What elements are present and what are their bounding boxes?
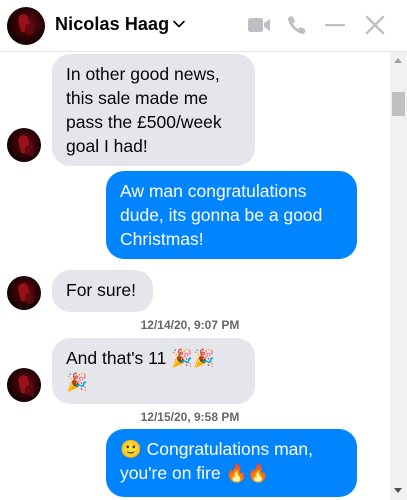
message-line: 🎉 [66, 372, 88, 392]
message-line: Aw man congratulations [120, 181, 307, 201]
sender-avatar[interactable] [7, 368, 41, 402]
contact-avatar[interactable] [7, 7, 45, 45]
message-line: For sure! [66, 280, 137, 300]
message-bubble-received[interactable]: For sure! [52, 270, 153, 312]
message-line: goal I had! [66, 136, 148, 156]
message-timestamp: 12/14/20, 9:07 PM [140, 318, 240, 332]
phone-call-icon[interactable] [286, 14, 308, 36]
sender-avatar[interactable] [7, 128, 41, 162]
message-line: 🙂 Congratulations man, [120, 439, 313, 459]
scrollbar[interactable] [390, 52, 407, 500]
minimize-icon[interactable] [324, 15, 346, 35]
message-line: dude, its gonna be a good [120, 205, 323, 225]
message-line: Christmas! [120, 229, 204, 249]
message-timestamp: 12/15/20, 9:58 PM [140, 410, 240, 424]
scrollbar-thumb[interactable] [392, 92, 405, 116]
scroll-down-arrow-icon[interactable] [394, 488, 402, 493]
video-call-icon[interactable] [247, 15, 271, 35]
message-line: In other good news, [66, 64, 220, 84]
chat-header: Nicolas Haag [0, 0, 407, 52]
message-bubble-received[interactable]: In other good news, this sale made me pa… [52, 54, 255, 166]
contact-name[interactable]: Nicolas Haag [55, 14, 169, 35]
message-line: And that's 11 🎉🎉 [66, 348, 215, 368]
message-bubble-received[interactable]: And that's 11 🎉🎉 🎉 [52, 338, 255, 404]
message-line: this sale made me [66, 88, 209, 108]
sender-avatar[interactable] [7, 276, 41, 310]
message-line: pass the £500/week [66, 112, 222, 132]
close-icon[interactable] [364, 14, 386, 36]
scroll-up-arrow-icon[interactable] [394, 58, 402, 63]
message-bubble-sent[interactable]: Aw man congratulations dude, its gonna b… [106, 171, 357, 259]
message-bubble-sent[interactable]: 🙂 Congratulations man, you're on fire 🔥🔥 [106, 429, 357, 497]
chevron-down-icon[interactable] [172, 17, 186, 31]
message-line: you're on fire 🔥🔥 [120, 463, 270, 483]
